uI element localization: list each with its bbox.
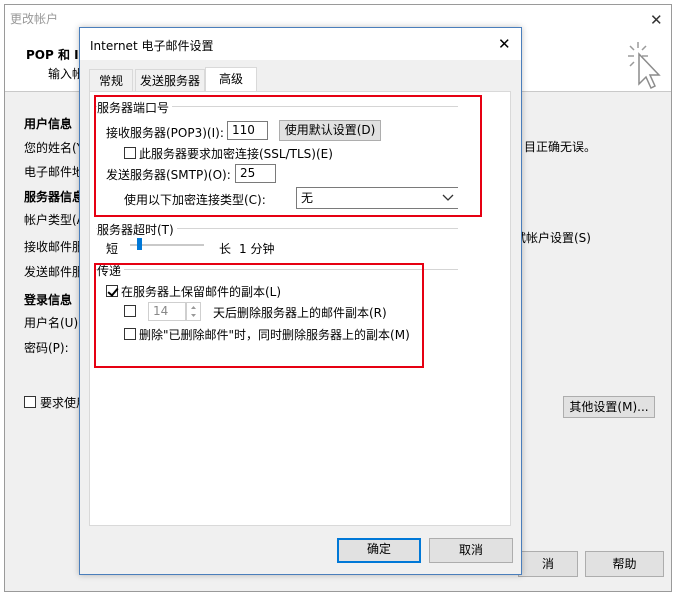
ok-button[interactable]: 确定	[337, 538, 421, 563]
tab-advanced[interactable]: 高级	[205, 67, 257, 91]
header-title: POP 和 I	[26, 48, 79, 62]
cancel-button[interactable]: 取消	[429, 538, 513, 563]
timeout-slider-thumb[interactable]	[137, 238, 142, 250]
delivery-highlight-box	[94, 263, 424, 368]
tab-outgoing-server[interactable]: 发送服务器	[135, 69, 205, 91]
test-account-settings-text[interactable]: 试帐户设置(S)	[514, 229, 591, 246]
window-close-button[interactable]: ✕	[650, 11, 663, 29]
ports-highlight-box	[94, 95, 482, 217]
info-correct-text: 目正确无误。	[524, 140, 597, 154]
password-label: 密码(P):	[24, 341, 69, 355]
login-info-heading: 登录信息	[24, 293, 73, 307]
outgoing-server-label: 发送邮件服	[24, 265, 85, 279]
your-name-label: 您的姓名(Y	[24, 141, 85, 155]
dialog-close-button[interactable]: ✕	[498, 35, 511, 53]
user-info-heading: 用户信息	[24, 117, 73, 131]
timeout-long-label: 长	[219, 242, 232, 256]
cancel-partial-button[interactable]: 消	[518, 551, 578, 577]
window-title: 更改帐户	[10, 12, 59, 26]
timeout-value-text: 1 分钟	[239, 242, 275, 256]
more-settings-button[interactable]: 其他设置(M)...	[563, 396, 655, 418]
account-type-label: 帐户类型(A	[24, 213, 85, 227]
incoming-server-label: 接收邮件服	[24, 240, 85, 254]
cursor-sparkle-icon	[626, 40, 664, 90]
dialog-title: Internet 电子邮件设置	[90, 39, 214, 53]
email-label: 电子邮件地	[24, 165, 85, 179]
server-info-heading: 服务器信息	[24, 190, 85, 204]
help-button[interactable]: 帮助	[585, 551, 664, 577]
timeout-short-label: 短	[106, 242, 119, 256]
username-label: 用户名(U):	[24, 316, 83, 330]
require-spa-checkbox[interactable]	[24, 396, 36, 408]
timeout-section-label: 服务器超时(T)	[97, 221, 177, 238]
tab-general[interactable]: 常规	[89, 69, 133, 91]
